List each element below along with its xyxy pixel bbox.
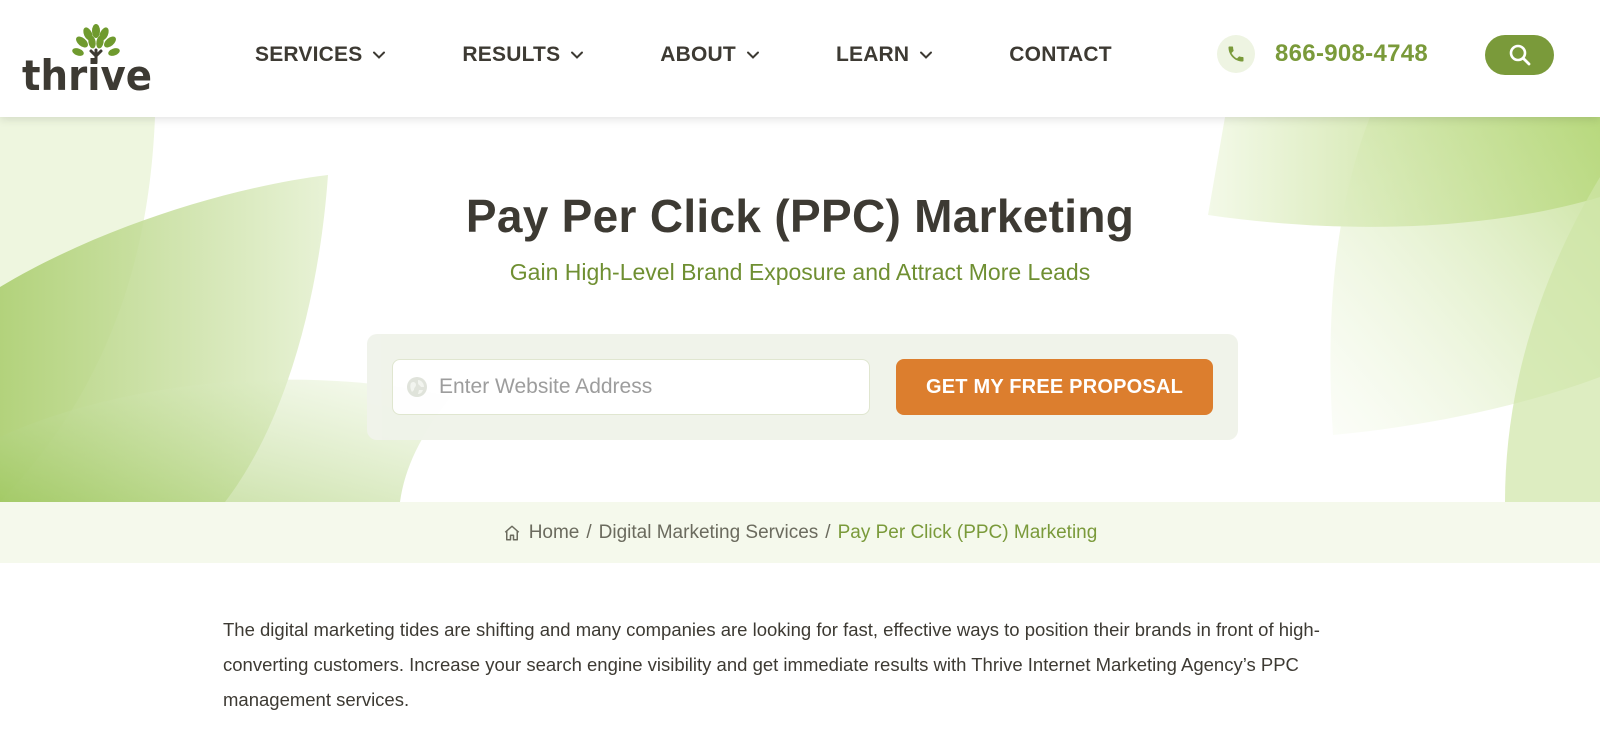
search-icon: [1509, 44, 1530, 66]
page-subtitle: Gain High-Level Brand Exposure and Attra…: [509, 259, 1091, 285]
breadcrumb-separator: /: [825, 521, 831, 543]
chevron-down-icon: [746, 51, 759, 59]
site-header: thrive SERVICES RESULTS ABOUT LEARN CONT…: [0, 0, 1600, 117]
nav-services-label: SERVICES: [255, 43, 363, 66]
phone-link[interactable]: 866-908-4748: [1217, 35, 1428, 73]
nav-contact-label: CONTACT: [1009, 43, 1112, 66]
globe-icon: [407, 377, 427, 397]
nav-results[interactable]: RESULTS: [462, 43, 584, 67]
nav-services[interactable]: SERVICES: [255, 43, 386, 67]
get-proposal-button[interactable]: GET MY FREE PROPOSAL: [896, 359, 1213, 415]
hero-section: Pay Per Click (PPC) Marketing Gain High-…: [0, 117, 1600, 502]
nav-about-label: ABOUT: [660, 43, 736, 66]
breadcrumb: Home / Digital Marketing Services / Pay …: [503, 521, 1098, 544]
logo-wordmark: thrive: [22, 51, 152, 94]
cta-label: GET MY FREE PROPOSAL: [926, 375, 1183, 398]
phone-number: 866-908-4748: [1275, 40, 1429, 67]
search-button[interactable]: [1485, 35, 1554, 75]
nav-contact[interactable]: CONTACT: [1009, 43, 1112, 67]
intro-paragraph: The digital marketing tides are shifting…: [223, 619, 1320, 710]
nav-learn-label: LEARN: [835, 43, 910, 66]
chevron-down-icon: [571, 51, 584, 59]
breadcrumb-bar: Home / Digital Marketing Services / Pay …: [0, 502, 1600, 563]
thrive-logo[interactable]: thrive: [22, 22, 154, 94]
breadcrumb-home[interactable]: Home: [529, 522, 580, 544]
breadcrumb-section[interactable]: Digital Marketing Services: [599, 522, 819, 544]
nav-learn[interactable]: LEARN: [836, 43, 933, 67]
page-title: Pay Per Click (PPC) Marketing: [465, 190, 1135, 242]
phone-icon: [1217, 35, 1255, 73]
chevron-down-icon: [920, 51, 933, 59]
nav-results-label: RESULTS: [462, 43, 561, 66]
breadcrumb-current: Pay Per Click (PPC) Marketing: [837, 521, 1098, 543]
main-nav: SERVICES RESULTS ABOUT LEARN CONTACT: [255, 40, 1112, 70]
proposal-form: GET MY FREE PROPOSAL: [367, 334, 1238, 440]
website-field[interactable]: [392, 359, 870, 415]
chevron-down-icon: [373, 51, 386, 59]
breadcrumb-separator: /: [586, 521, 592, 543]
leaf-background-graphic: [0, 117, 1600, 502]
nav-about[interactable]: ABOUT: [660, 43, 760, 67]
home-icon[interactable]: [503, 524, 521, 542]
website-input[interactable]: [439, 375, 859, 399]
